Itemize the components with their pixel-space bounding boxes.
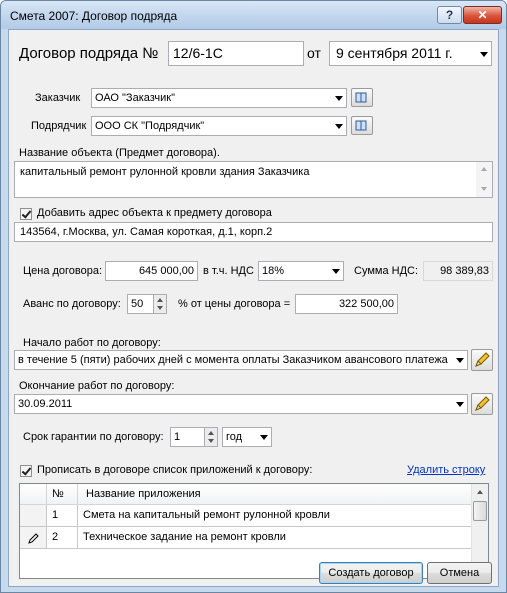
spin-up-icon[interactable] [154, 295, 166, 304]
contractor-label: Подрядчик [31, 120, 87, 132]
warranty-value: 1 [174, 431, 181, 443]
book-icon [355, 120, 367, 131]
dialog-body: Договор подряда № 12/6-1С от 9 сентября … [8, 29, 499, 587]
advance-label: Аванс по договору: [23, 298, 121, 310]
contractor-select[interactable]: ООО СК "Подрядчик" [91, 116, 347, 136]
window-title: Смета 2007: Договор подряда [10, 9, 178, 23]
advance-percent-label: % от цены договора = [178, 298, 291, 310]
table-cell-name[interactable]: Техническое задание на ремонт кровли [78, 527, 473, 549]
table-cell-number[interactable]: 1 [47, 505, 78, 527]
vat-rate-value: 18% [262, 265, 285, 277]
end-label: Окончание работ по договору: [19, 380, 175, 392]
object-address-input[interactable]: 143564, г.Москва, ул. Самая короткая, д.… [14, 222, 493, 242]
book-icon [355, 92, 367, 103]
row-selector[interactable] [20, 527, 47, 549]
close-button[interactable]: ✕ [463, 6, 502, 24]
end-select[interactable]: 30.09.2011 [14, 394, 468, 414]
chevron-down-icon [456, 358, 464, 363]
start-select[interactable]: в течение 5 (пяти) рабочих дней с момент… [14, 350, 468, 370]
row-selector[interactable] [20, 505, 47, 527]
delete-row-link[interactable]: Удалить строку [407, 464, 485, 476]
dialog-window: Смета 2007: Договор подряда ? ✕ Договор … [0, 0, 507, 593]
contract-date-picker[interactable]: 9 сентября 2011 г. [329, 41, 492, 66]
add-address-label: Добавить адрес объекта к предмету догово… [37, 207, 272, 219]
chevron-down-icon [480, 51, 488, 57]
spin-up-icon[interactable] [205, 428, 217, 437]
object-scrollbar[interactable] [476, 162, 492, 197]
customer-directory-button[interactable] [351, 88, 373, 107]
chevron-down-icon [260, 435, 268, 440]
scroll-thumb[interactable] [473, 501, 487, 521]
advance-amount-input[interactable]: 322 500,00 [295, 294, 398, 314]
pencil-icon [475, 396, 490, 411]
column-header-number[interactable]: № [47, 484, 78, 505]
warranty-unit-select[interactable]: год [222, 427, 272, 447]
start-edit-button[interactable] [471, 349, 493, 371]
column-header-name[interactable]: Название приложения [78, 484, 473, 505]
price-label: Цена договора: [23, 265, 103, 277]
customer-value: ОАО "Заказчик" [95, 92, 176, 104]
spin-down-icon[interactable] [154, 304, 166, 313]
customer-label: Заказчик [35, 92, 81, 104]
warranty-stepper[interactable]: 1 [170, 427, 218, 447]
object-label: Название объекта (Предмет договора). [19, 147, 220, 159]
advance-percent-value: 50 [131, 298, 144, 310]
warranty-label: Срок гарантии по договору: [23, 431, 164, 443]
advance-percent-stepper[interactable]: 50 [127, 294, 167, 314]
contract-heading: Договор подряда № [19, 45, 159, 62]
warranty-unit-value: год [226, 431, 243, 443]
add-address-checkbox[interactable] [20, 208, 32, 220]
chevron-down-icon [335, 124, 343, 129]
chevron-down-icon [332, 269, 340, 274]
start-value: в течение 5 (пяти) рабочих дней с момент… [18, 354, 448, 366]
object-textarea[interactable]: капитальный ремонт рулонной кровли здани… [14, 161, 493, 198]
table-cell-name[interactable]: Смета на капитальный ремонт рулонной кро… [78, 505, 473, 527]
contract-date-value: 9 сентября 2011 г. [336, 45, 453, 61]
title-bar[interactable]: Смета 2007: Договор подряда ? ✕ [1, 1, 506, 29]
scroll-down-icon[interactable] [481, 187, 487, 191]
spin-down-icon[interactable] [205, 437, 217, 446]
create-contract-button[interactable]: Создать договор [319, 562, 423, 584]
customer-select[interactable]: ОАО "Заказчик" [91, 88, 347, 108]
contract-number-input[interactable]: 12/6-1С [168, 41, 304, 66]
object-value: капитальный ремонт рулонной кровли здани… [20, 166, 310, 178]
end-edit-button[interactable] [471, 393, 493, 415]
contractor-directory-button[interactable] [351, 116, 373, 135]
table-cell-number[interactable]: 2 [47, 527, 78, 549]
chevron-down-icon [456, 402, 464, 407]
vat-sum-output: 98 389,83 [423, 261, 493, 281]
appendix-checkbox[interactable] [20, 465, 32, 477]
start-label: Начало работ по договору: [23, 337, 161, 349]
chevron-down-icon [335, 96, 343, 101]
edit-row-pencil-icon [28, 533, 39, 544]
date-from-label: от [307, 45, 321, 61]
vat-sum-label: Сумма НДС: [354, 265, 419, 277]
end-value: 30.09.2011 [18, 398, 73, 410]
table-row-header-corner [20, 484, 47, 505]
cancel-button[interactable]: Отмена [427, 562, 492, 584]
scroll-up-icon[interactable] [472, 484, 488, 500]
scroll-up-icon[interactable] [481, 167, 487, 171]
advance-spin-buttons[interactable] [153, 295, 166, 313]
appendix-label: Прописать в договоре список приложений к… [37, 464, 313, 476]
price-input[interactable]: 645 000,00 [105, 261, 198, 281]
vat-rate-select[interactable]: 18% [258, 261, 344, 281]
vat-label: в т.ч. НДС [203, 265, 254, 277]
pencil-icon [475, 352, 490, 367]
help-button[interactable]: ? [437, 6, 462, 24]
warranty-spin-buttons[interactable] [204, 428, 217, 446]
contractor-value: ООО СК "Подрядчик" [95, 120, 205, 132]
